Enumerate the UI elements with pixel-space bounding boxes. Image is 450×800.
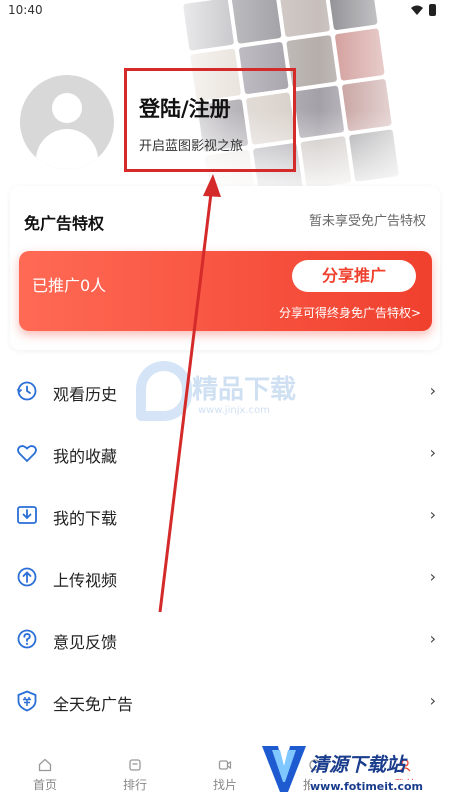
- menu-item-feedback[interactable]: 意见反馈 ›: [0, 614, 450, 664]
- chevron-right-icon: ›: [429, 629, 436, 648]
- menu-item-favorites[interactable]: 我的收藏 ›: [0, 428, 450, 478]
- nav-label: 排行: [122, 778, 147, 792]
- battery-icon: [429, 4, 436, 16]
- home-icon: [38, 758, 52, 772]
- upload-icon: [17, 567, 37, 587]
- share-reward-link[interactable]: 分享可得终身免广告特权>: [279, 304, 421, 321]
- ad-free-card: 免广告特权 暂未享受免广告特权 已推广0人 分享推广 分享可得终身免广告特权>: [10, 186, 440, 350]
- chevron-right-icon: ›: [429, 505, 436, 524]
- ad-free-icon: [17, 690, 37, 712]
- menu-item-history[interactable]: 观看历史 ›: [0, 366, 450, 416]
- ad-free-status: 暂未享受免广告特权: [308, 214, 426, 229]
- menu-label: 我的下载: [53, 509, 118, 528]
- login-subtitle: 开启蓝图影视之旅: [139, 139, 244, 154]
- menu-item-ad-free[interactable]: 全天免广告 ›: [0, 676, 450, 726]
- chevron-right-icon: ›: [429, 567, 436, 586]
- nav-home[interactable]: 首页: [0, 750, 90, 800]
- promotion-banner: 已推广0人 分享推广 分享可得终身免广告特权>: [19, 251, 432, 331]
- wifi-icon: [411, 5, 423, 15]
- menu-label: 上传视频: [53, 571, 118, 590]
- menu-item-upload[interactable]: 上传视频 ›: [0, 552, 450, 602]
- video-icon: [218, 760, 232, 770]
- download-icon: [17, 506, 37, 524]
- chevron-right-icon: ›: [429, 443, 436, 462]
- promotion-count: 已推广0人: [32, 276, 107, 295]
- ranking-icon: [129, 759, 141, 771]
- status-bar: 10:40: [0, 0, 450, 22]
- ad-free-title: 免广告特权: [24, 214, 105, 233]
- status-time: 10:40: [8, 3, 43, 17]
- site-url: www.fotimeit.com: [310, 780, 424, 793]
- history-icon: [16, 381, 37, 401]
- question-icon: [17, 629, 37, 649]
- menu-label: 全天免广告: [53, 695, 134, 714]
- nav-label: 首页: [32, 778, 57, 792]
- heart-icon: [17, 445, 37, 463]
- site-logo-watermark: 清源下载站 www.fotimeit.com: [252, 740, 450, 800]
- login-register-link[interactable]: 登陆/注册 开启蓝图影视之旅: [124, 68, 296, 172]
- avatar[interactable]: [20, 75, 114, 169]
- menu-label: 我的收藏: [53, 447, 118, 466]
- site-name: 清源下载站: [310, 754, 406, 776]
- login-title[interactable]: 登陆/注册: [139, 93, 231, 123]
- share-promote-button[interactable]: 分享推广: [292, 260, 416, 292]
- menu-label: 观看历史: [53, 385, 118, 404]
- chevron-right-icon: ›: [429, 691, 436, 710]
- site-logo-icon: [262, 746, 306, 792]
- menu-item-downloads[interactable]: 我的下载 ›: [0, 490, 450, 540]
- nav-ranking[interactable]: 排行: [90, 750, 180, 800]
- profile-header: 登陆/注册 开启蓝图影视之旅: [0, 0, 450, 186]
- chevron-right-icon: ›: [429, 381, 436, 400]
- menu-label: 意见反馈: [53, 633, 118, 652]
